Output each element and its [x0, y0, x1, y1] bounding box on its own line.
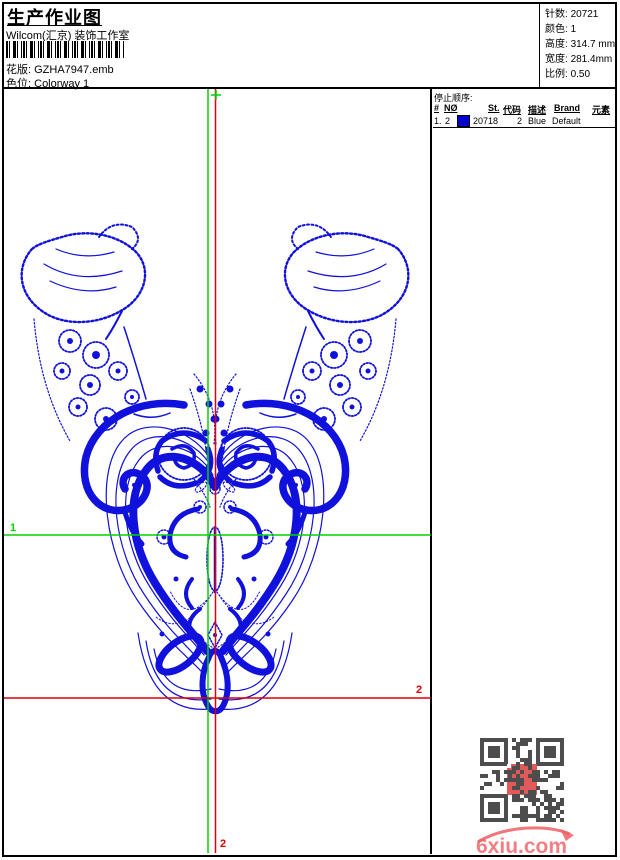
col-code: 代码	[503, 105, 522, 115]
design-canvas: 1 2 2	[4, 89, 431, 853]
scale-value: 0.50	[570, 69, 591, 80]
col-st: St.	[488, 103, 500, 113]
guide-label-2-bottom: 2	[220, 838, 226, 850]
row-brand: Default	[552, 116, 581, 126]
qr-finder-icon	[536, 738, 564, 766]
qr-finder-icon	[480, 794, 508, 822]
qr-code	[480, 738, 564, 822]
watermark: 6xiu.com	[474, 822, 584, 858]
colors-value: 1	[570, 24, 577, 35]
stitches-row: 针数: 20721	[545, 7, 616, 22]
width-row: 宽度: 281.4mm	[545, 52, 616, 67]
stop-sequence-panel: 停止顺序: # NØ St. 代码 描述 Brand 元素 1. 2 20718…	[433, 89, 616, 128]
row-index: 1.	[434, 116, 442, 126]
row-stitches: 20718	[473, 116, 499, 126]
col-elements: 元素	[592, 105, 611, 115]
design-left-arm	[22, 225, 220, 710]
guide-label-2-right: 2	[416, 684, 422, 696]
stitches-label: 针数:	[545, 9, 568, 20]
thread-color-swatch	[457, 115, 470, 127]
col-description: 描述	[528, 105, 547, 115]
col-no: NØ	[444, 103, 458, 113]
guide-lines: 1 2 2	[4, 89, 431, 853]
stitches-value: 20721	[570, 9, 599, 20]
embroidery-design-svg: 1 2 2	[4, 89, 431, 853]
width-label: 宽度:	[545, 54, 568, 65]
watermark-text: 6xiu.com	[476, 835, 567, 858]
height-row: 高度: 314.7 mm	[545, 37, 616, 52]
height-label: 高度:	[545, 39, 568, 50]
colors-row: 颜色: 1	[545, 22, 616, 37]
col-hash: #	[434, 103, 440, 113]
row-needle: 2	[445, 116, 451, 126]
design-right-arm	[211, 225, 409, 710]
height-value: 314.7 mm	[570, 39, 616, 50]
start-point-marker	[211, 90, 221, 100]
scale-row: 比例: 0.50	[545, 67, 616, 82]
row-code: 2	[517, 116, 523, 126]
col-brand: Brand	[554, 103, 581, 113]
barcode	[6, 41, 124, 58]
scale-label: 比例:	[545, 69, 568, 80]
guide-label-1: 1	[10, 522, 16, 534]
row-description: Blue	[528, 116, 547, 126]
qr-finder-icon	[480, 738, 508, 766]
colors-label: 颜色:	[545, 24, 568, 35]
design-info-box: 针数: 20721 颜色: 1 高度: 314.7 mm 宽度: 281.4mm…	[539, 4, 616, 87]
width-value: 281.4mm	[570, 54, 613, 65]
production-worksheet: 生产作业图 Wilcom(汇京) 装饰工作室 花版: GZHA7947.emb …	[0, 0, 620, 860]
